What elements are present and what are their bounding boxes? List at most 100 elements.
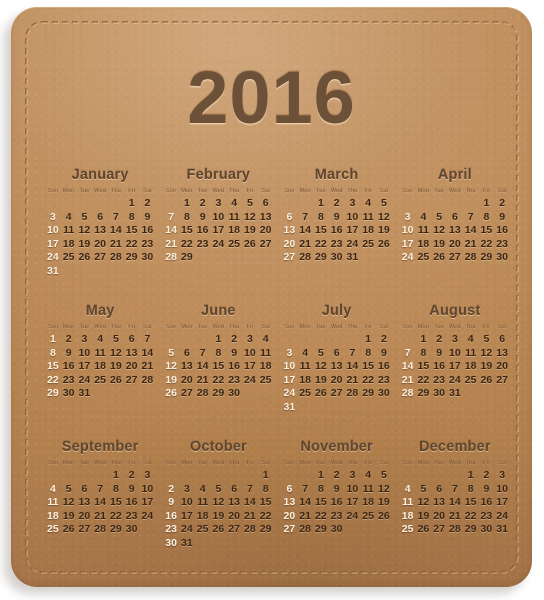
day-cell[interactable]: 18: [360, 496, 376, 510]
day-cell[interactable]: 1: [45, 333, 61, 347]
day-cell[interactable]: 3: [400, 211, 416, 225]
day-cell[interactable]: 15: [211, 360, 227, 374]
day-cell[interactable]: 19: [108, 360, 124, 374]
day-cell[interactable]: 13: [124, 347, 140, 361]
day-cell[interactable]: 7: [447, 483, 463, 497]
day-cell[interactable]: 22: [463, 510, 479, 524]
day-cell[interactable]: 9: [494, 211, 510, 225]
day-cell[interactable]: 23: [140, 238, 156, 252]
day-cell[interactable]: 23: [124, 510, 140, 524]
day-cell[interactable]: 22: [124, 238, 140, 252]
day-cell[interactable]: 13: [77, 496, 93, 510]
day-cell[interactable]: 7: [297, 211, 313, 225]
day-cell[interactable]: 11: [360, 211, 376, 225]
day-cell[interactable]: 29: [179, 251, 195, 265]
day-cell[interactable]: 29: [479, 251, 495, 265]
day-cell[interactable]: 9: [124, 483, 140, 497]
day-cell[interactable]: 21: [345, 374, 361, 388]
day-cell[interactable]: 17: [345, 224, 361, 238]
day-cell[interactable]: 16: [61, 360, 77, 374]
day-cell[interactable]: 12: [376, 211, 392, 225]
day-cell[interactable]: 2: [163, 483, 179, 497]
day-cell[interactable]: 25: [360, 510, 376, 524]
day-cell[interactable]: 10: [494, 483, 510, 497]
day-cell[interactable]: 17: [494, 496, 510, 510]
day-cell[interactable]: 15: [108, 496, 124, 510]
day-cell[interactable]: 8: [211, 347, 227, 361]
day-cell[interactable]: 12: [211, 496, 227, 510]
day-cell[interactable]: 5: [431, 211, 447, 225]
day-cell[interactable]: 26: [416, 523, 432, 537]
day-cell[interactable]: 14: [400, 360, 416, 374]
day-cell[interactable]: 28: [345, 387, 361, 401]
day-cell[interactable]: 9: [376, 347, 392, 361]
day-cell[interactable]: 29: [360, 387, 376, 401]
day-cell[interactable]: 13: [431, 496, 447, 510]
day-cell[interactable]: 22: [45, 374, 61, 388]
day-cell[interactable]: 7: [345, 347, 361, 361]
day-cell[interactable]: 29: [463, 523, 479, 537]
day-cell[interactable]: 8: [108, 483, 124, 497]
day-cell[interactable]: 24: [77, 374, 93, 388]
day-cell[interactable]: 26: [211, 523, 227, 537]
day-cell[interactable]: 30: [140, 251, 156, 265]
day-cell[interactable]: 11: [258, 347, 274, 361]
day-cell[interactable]: 4: [416, 211, 432, 225]
day-cell[interactable]: 31: [282, 401, 298, 415]
day-cell[interactable]: 5: [77, 211, 93, 225]
day-cell[interactable]: 13: [226, 496, 242, 510]
day-cell[interactable]: 13: [329, 360, 345, 374]
day-cell[interactable]: 19: [211, 510, 227, 524]
day-cell[interactable]: 6: [329, 347, 345, 361]
day-cell[interactable]: 24: [179, 523, 195, 537]
day-cell[interactable]: 21: [108, 238, 124, 252]
day-cell[interactable]: 7: [92, 483, 108, 497]
day-cell[interactable]: 23: [479, 510, 495, 524]
day-cell[interactable]: 3: [140, 469, 156, 483]
day-cell[interactable]: 31: [77, 387, 93, 401]
day-cell[interactable]: 27: [447, 251, 463, 265]
day-cell[interactable]: 30: [329, 251, 345, 265]
day-cell[interactable]: 17: [77, 360, 93, 374]
day-cell[interactable]: 9: [329, 211, 345, 225]
day-cell[interactable]: 18: [45, 510, 61, 524]
day-cell[interactable]: 16: [431, 360, 447, 374]
day-cell[interactable]: 1: [313, 197, 329, 211]
day-cell[interactable]: 28: [447, 523, 463, 537]
day-cell[interactable]: 3: [45, 211, 61, 225]
day-cell[interactable]: 18: [416, 238, 432, 252]
day-cell[interactable]: 28: [108, 251, 124, 265]
day-cell[interactable]: 15: [258, 496, 274, 510]
day-cell[interactable]: 16: [376, 360, 392, 374]
day-cell[interactable]: 5: [211, 483, 227, 497]
day-cell[interactable]: 7: [400, 347, 416, 361]
day-cell[interactable]: 29: [258, 523, 274, 537]
day-cell[interactable]: 27: [282, 523, 298, 537]
day-cell[interactable]: 10: [400, 224, 416, 238]
day-cell[interactable]: 30: [124, 523, 140, 537]
day-cell[interactable]: 7: [195, 347, 211, 361]
day-cell[interactable]: 15: [313, 224, 329, 238]
day-cell[interactable]: 21: [195, 374, 211, 388]
day-cell[interactable]: 1: [258, 469, 274, 483]
day-cell[interactable]: 16: [140, 224, 156, 238]
day-cell[interactable]: 20: [77, 510, 93, 524]
day-cell[interactable]: 28: [463, 251, 479, 265]
day-cell[interactable]: 6: [494, 333, 510, 347]
day-cell[interactable]: 15: [463, 496, 479, 510]
day-cell[interactable]: 30: [226, 387, 242, 401]
day-cell[interactable]: 10: [242, 347, 258, 361]
day-cell[interactable]: 8: [179, 211, 195, 225]
day-cell[interactable]: 24: [400, 251, 416, 265]
day-cell[interactable]: 16: [479, 496, 495, 510]
day-cell[interactable]: 4: [400, 483, 416, 497]
day-cell[interactable]: 11: [45, 496, 61, 510]
day-cell[interactable]: 5: [376, 469, 392, 483]
day-cell[interactable]: 19: [242, 224, 258, 238]
day-cell[interactable]: 14: [447, 496, 463, 510]
day-cell[interactable]: 5: [313, 347, 329, 361]
day-cell[interactable]: 17: [179, 510, 195, 524]
day-cell[interactable]: 14: [92, 496, 108, 510]
day-cell[interactable]: 24: [345, 238, 361, 252]
day-cell[interactable]: 17: [45, 238, 61, 252]
